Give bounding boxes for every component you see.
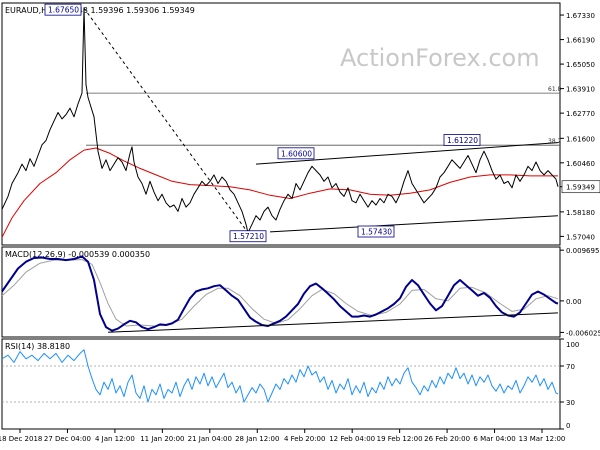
axis-layer: 1.67330 1.66190 1.65050 1.63910 1.62770 1.616… [0,12,600,443]
price-y-tick-label: 1.58180 [566,209,595,217]
current-price-label: 1.59349 [566,184,595,192]
rsi-y-tick-label: 100 [566,341,579,349]
x-tick-label: 6 Mar 04:00 [473,435,515,443]
macd-y-tick-label: -0.006025 [566,329,600,337]
x-tick-label: 27 Dec 04:00 [44,435,91,443]
x-tick-label: 12 Feb 04:00 [329,435,375,443]
price-y-tick-label: 1.61600 [566,135,595,143]
rsi-panel-title: RSI(14) 38.8180 [5,342,70,351]
x-tick-label: 21 Jan 04:00 [188,435,232,443]
price-tag-label: 1.57210 [233,232,264,241]
price-y-tick-label: 1.60460 [566,160,595,168]
x-tick-label: 19 Feb 12:00 [377,435,423,443]
price-tag-label: 1.67650 [48,6,79,15]
price-y-tick-label: 1.62770 [566,110,595,118]
x-tick-label: 4 Jan 12:00 [95,435,135,443]
price-tag-label: 1.60600 [281,149,312,158]
price-y-tick-label: 1.63910 [566,86,595,94]
x-tick-label: 11 Jan 20:00 [140,435,184,443]
price-line [1,7,559,234]
trendline-macd-support [107,312,559,333]
rsi-y-tick-label: 30 [566,399,575,407]
price-y-tick-label: 1.57040 [566,233,595,241]
x-tick-label: 4 Feb 20:00 [284,435,325,443]
x-tick-label: 18 Dec 2018 [0,435,42,443]
rsi-y-tick-label: 70 [566,363,575,371]
macd-y-tick-label: 0.009695 [566,247,599,255]
trendline-fall-line [83,7,249,234]
trendline-lower-channel [269,215,559,233]
price-y-tick-label: 1.65050 [566,61,595,69]
watermark: ActionForex.com [340,44,540,72]
fib-level-label: 38.2 [548,138,562,145]
fib-level-label: 61.8 [548,86,562,93]
price-panel-frame [1,2,561,246]
price-y-tick-label: 1.67330 [566,12,595,20]
price-panel-title: EURAUD,H4 1.59343 1.59396 1.59306 1.5934… [5,6,195,15]
rsi-line [1,349,559,403]
price-tag-label: 1.57430 [361,228,392,237]
rsi-y-tick-label: 0 [566,422,570,430]
price-tag-label: 1.61220 [447,136,478,145]
macd-y-tick-label: 0.00 [566,298,582,306]
macd-line [1,255,559,332]
x-tick-label: 28 Jan 12:00 [235,435,279,443]
chart-svg: ActionForex.com EURAUD,H4 1.59343 1.5939… [0,2,600,443]
x-tick-label: 13 Mar 12:00 [519,435,566,443]
chart-window: ActionForex.com EURAUD,H4 1.59343 1.5939… [0,0,600,450]
moving-average-line [1,147,558,238]
x-tick-label: 26 Feb 20:00 [424,435,470,443]
price-y-tick-label: 1.66190 [566,37,595,45]
